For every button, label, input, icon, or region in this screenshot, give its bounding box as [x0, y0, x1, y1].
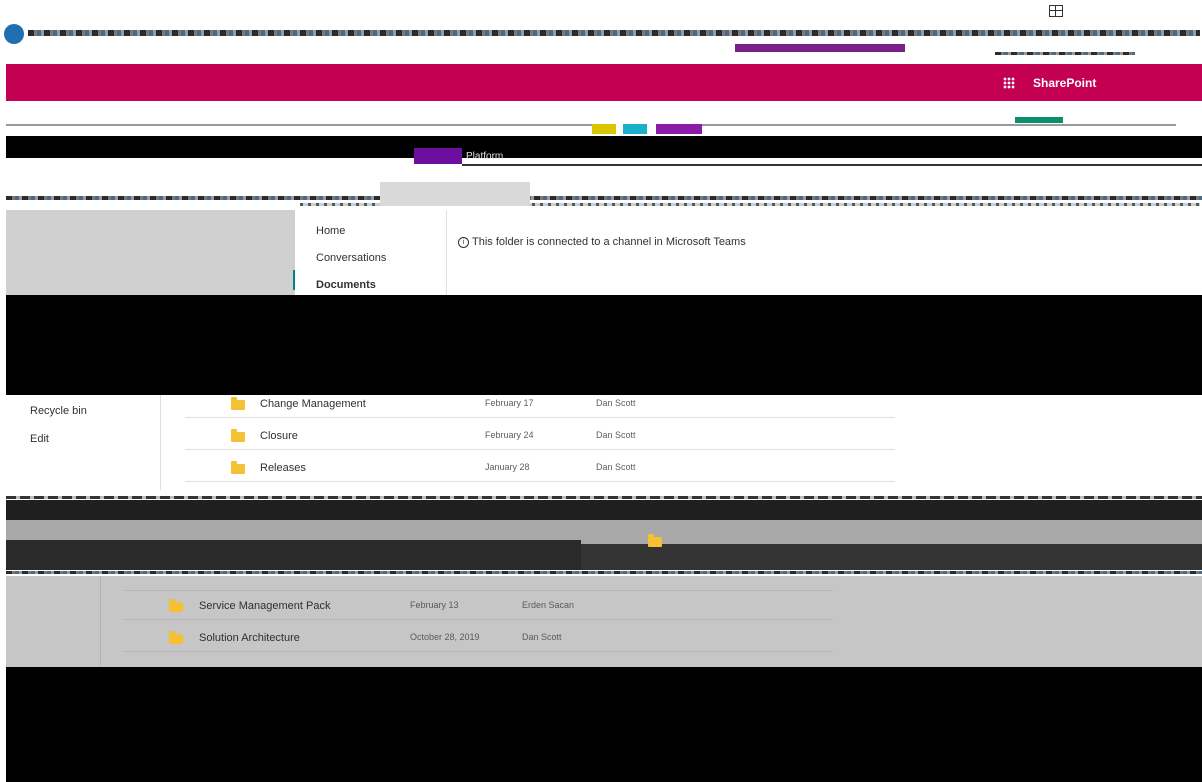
- row-divider: [185, 481, 895, 482]
- file-name[interactable]: Change Management: [260, 398, 366, 410]
- site-header-colorbar: [592, 124, 702, 134]
- list-item[interactable]: Service Management Pack February 13 Erde…: [123, 590, 833, 620]
- file-modified-by: Dan Scott: [596, 398, 636, 408]
- file-name[interactable]: Closure: [260, 430, 298, 442]
- folder-icon: [231, 461, 245, 474]
- nav-divider: [446, 210, 447, 295]
- file-modified-by: Dan Scott: [596, 462, 636, 472]
- nav-item-conversations[interactable]: Conversations: [316, 252, 386, 264]
- app-launcher-icon[interactable]: [1003, 77, 1015, 89]
- teams-channel-notice: This folder is connected to a channel in…: [472, 236, 746, 248]
- row-divider: [123, 619, 833, 620]
- nav-item-home[interactable]: Home: [316, 225, 345, 237]
- file-modified-by: Dan Scott: [522, 632, 562, 642]
- nav-item-documents[interactable]: Documents: [316, 279, 376, 291]
- list-item[interactable]: Releases January 28 Dan Scott: [185, 454, 895, 482]
- redacted-area-bottom: [6, 667, 1202, 782]
- nav-divider-lower: [160, 395, 161, 490]
- file-modified: February 13: [410, 600, 459, 610]
- site-header-noise: [6, 124, 1176, 126]
- file-modified: February 24: [485, 430, 534, 440]
- site-navigation: Home Conversations Documents: [293, 210, 446, 295]
- redacted-area-top: [6, 295, 1202, 395]
- browser-status-strip: [995, 52, 1135, 55]
- file-modified-by: Dan Scott: [596, 430, 636, 440]
- glitch-band-dark-1: [6, 500, 1202, 520]
- glitch-strip-lower: [6, 571, 1202, 574]
- nav-item-edit[interactable]: Edit: [30, 433, 49, 445]
- folder-icon: [169, 599, 183, 612]
- search-box[interactable]: [380, 182, 530, 206]
- list-item[interactable]: Change Management February 17 Dan Scott: [185, 390, 895, 418]
- list-item[interactable]: Closure February 24 Dan Scott: [185, 422, 895, 450]
- list-item[interactable]: Solution Architecture October 28, 2019 D…: [123, 624, 833, 652]
- file-modified-by: Erden Sacan: [522, 600, 575, 610]
- nav-item-recycle-bin[interactable]: Recycle bin: [30, 405, 87, 417]
- glitch-band-dark-3: [581, 544, 1202, 570]
- suite-bar: SharePoint: [6, 64, 1202, 101]
- folder-icon: [648, 534, 662, 547]
- folder-icon: [231, 397, 245, 410]
- site-header-underline: [462, 164, 1202, 166]
- file-name[interactable]: Releases: [260, 462, 306, 474]
- row-divider: [123, 590, 833, 591]
- shifted-divider: [100, 576, 101, 667]
- row-divider: [185, 449, 895, 450]
- site-header-band: [6, 136, 1202, 158]
- site-logo: [414, 148, 462, 164]
- site-header-accent: [1015, 117, 1063, 123]
- browser-back-button[interactable]: [4, 24, 24, 44]
- file-name[interactable]: Solution Architecture: [199, 632, 300, 644]
- left-nav-panel: [6, 210, 295, 295]
- file-modified: January 28: [485, 462, 530, 472]
- command-bar[interactable]: [6, 196, 1202, 200]
- folder-icon: [169, 631, 183, 644]
- nav-active-indicator: [293, 270, 295, 290]
- browser-address-bar[interactable]: [28, 30, 1200, 36]
- file-modified: October 28, 2019: [410, 632, 480, 642]
- browser-tab-strip: [735, 44, 905, 52]
- row-divider: [123, 651, 833, 652]
- info-icon: i: [458, 237, 469, 248]
- file-modified: February 17: [485, 398, 534, 408]
- app-name[interactable]: SharePoint: [1033, 76, 1096, 90]
- row-divider: [185, 417, 895, 418]
- glitch-band-dark-2: [6, 540, 581, 570]
- glitch-strip: [6, 496, 1202, 499]
- site-name[interactable]: Platform: [466, 151, 503, 162]
- file-name[interactable]: Service Management Pack: [199, 600, 330, 612]
- window-layout-icon[interactable]: [1049, 5, 1063, 17]
- folder-icon: [231, 429, 245, 442]
